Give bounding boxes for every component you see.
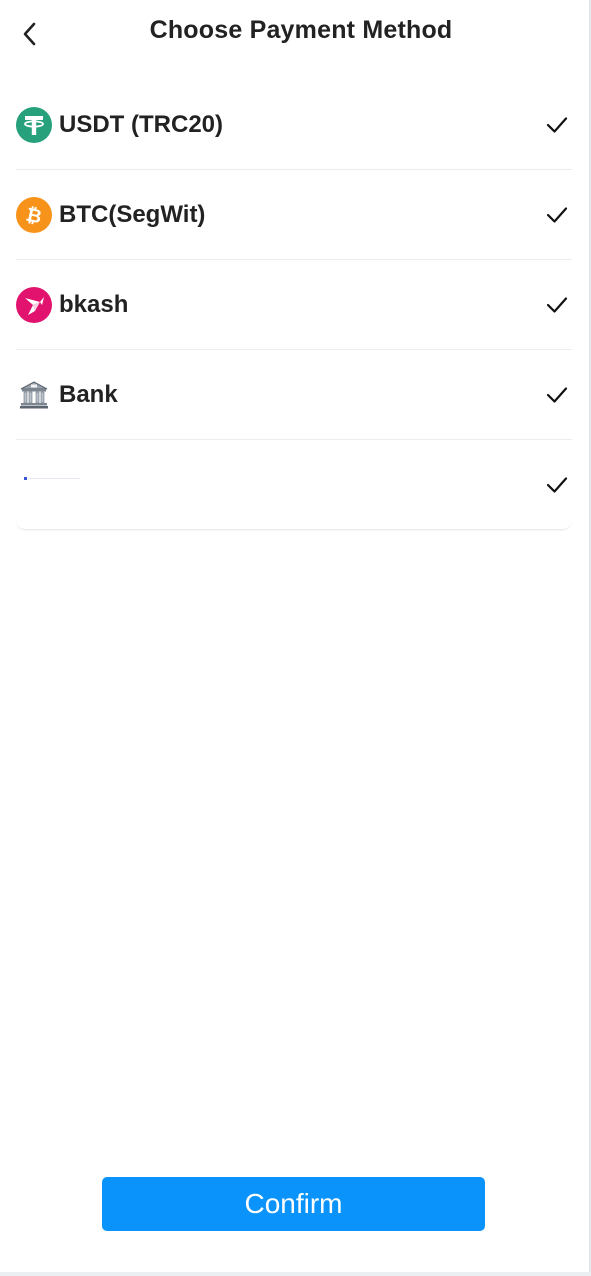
checkmark-icon bbox=[546, 386, 568, 403]
payment-method-bkash[interactable]: bkash bbox=[16, 260, 572, 350]
payment-method-label: bkash bbox=[59, 290, 129, 318]
tether-icon bbox=[16, 106, 52, 143]
bkash-icon bbox=[16, 286, 52, 323]
payment-method-label: Bank bbox=[59, 380, 118, 408]
bitcoin-icon: ₿ bbox=[16, 196, 52, 233]
payment-method-bank[interactable]: Bank bbox=[16, 350, 572, 440]
page-title: Choose Payment Method bbox=[149, 16, 453, 44]
payment-method-label: BTC(SegWit) bbox=[59, 200, 206, 228]
checkmark-icon bbox=[546, 206, 568, 223]
payment-method-btc[interactable]: ₿ BTC(SegWit) bbox=[16, 170, 572, 260]
window-edge-bottom bbox=[0, 1272, 591, 1276]
payment-method-unnamed[interactable] bbox=[16, 440, 572, 530]
checkmark-icon bbox=[546, 296, 568, 313]
payment-method-list: USDT (TRC20) ₿ BTC(SegWit) bkash Bank bbox=[16, 80, 572, 530]
checkmark-icon bbox=[546, 476, 568, 493]
checkmark-icon bbox=[546, 116, 568, 133]
broken-image-icon bbox=[24, 476, 84, 483]
confirm-button[interactable]: Confirm bbox=[102, 1177, 485, 1231]
bank-icon bbox=[16, 377, 52, 413]
payment-method-label: USDT (TRC20) bbox=[59, 110, 224, 138]
header: Choose Payment Method bbox=[0, 0, 589, 66]
payment-method-usdt[interactable]: USDT (TRC20) bbox=[16, 80, 572, 170]
